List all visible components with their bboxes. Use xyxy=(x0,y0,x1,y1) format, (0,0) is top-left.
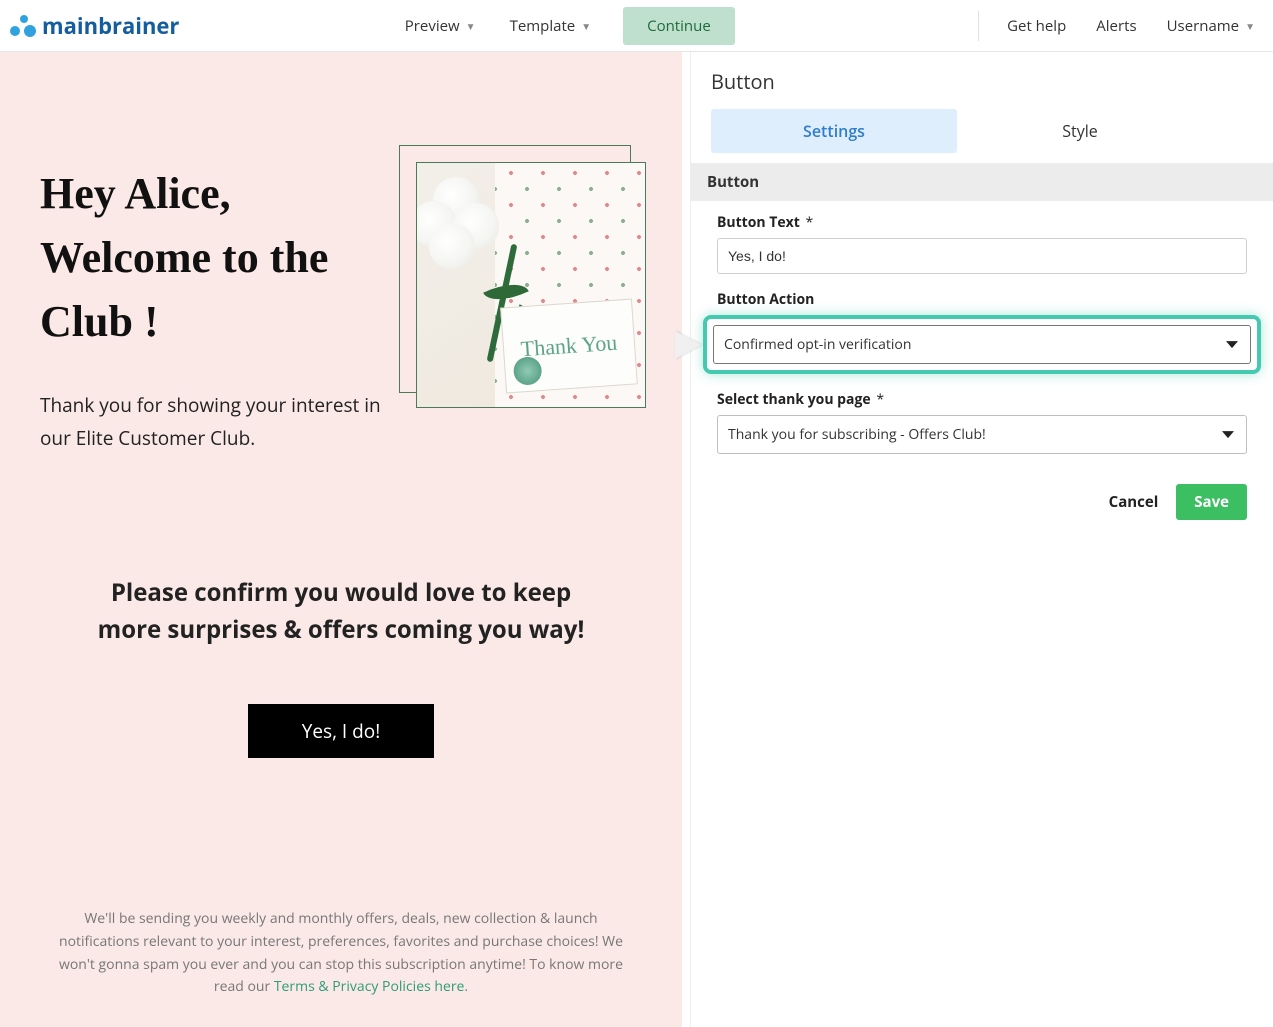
required-mark: * xyxy=(876,390,884,409)
alerts-label: Alerts xyxy=(1096,16,1136,36)
legal-post: . xyxy=(464,977,468,996)
legal-text: We'll be sending you weekly and monthly … xyxy=(40,908,642,999)
brand-name: mainbrainer xyxy=(42,11,179,41)
button-action-group: Button Action Confirmed opt-in verificat… xyxy=(717,290,1247,374)
highlight-arrow-icon xyxy=(675,331,701,359)
divider xyxy=(978,11,979,41)
hero-intro: Thank you for showing your interest in o… xyxy=(40,389,400,454)
button-text-group: Button Text * xyxy=(717,213,1247,274)
tab-settings-label: Settings xyxy=(803,120,865,142)
caret-down-icon: ▼ xyxy=(1245,19,1255,33)
tab-style-label: Style xyxy=(1062,120,1098,142)
thank-you-select[interactable]: Thank you for subscribing - Offers Club! xyxy=(717,415,1247,454)
continue-label: Continue xyxy=(647,16,711,36)
canvas-wrapper: Hey Alice, Welcome to the Club ! Thank y… xyxy=(0,52,690,1027)
username-label: Username xyxy=(1167,16,1239,36)
save-label: Save xyxy=(1194,492,1229,512)
hero-heading-line2: Welcome to the Club ! xyxy=(40,226,406,354)
template-label: Template xyxy=(510,16,576,36)
thank-you-label-text: Select thank you page xyxy=(717,390,871,409)
hero-heading-line1: Hey Alice, xyxy=(40,162,406,226)
button-action-select[interactable]: Confirmed opt-in verification xyxy=(713,325,1251,364)
terms-link[interactable]: Terms & Privacy Policies here xyxy=(274,977,465,996)
get-help-label: Get help xyxy=(1007,16,1066,36)
tab-style[interactable]: Style xyxy=(957,109,1203,153)
panel-actions: Cancel Save xyxy=(691,470,1273,534)
landing-preview: Hey Alice, Welcome to the Club ! Thank y… xyxy=(0,52,682,1027)
thank-you-value: Thank you for subscribing - Offers Club! xyxy=(728,425,986,444)
section-header-button: Button xyxy=(691,163,1273,201)
hero-image: Thank You xyxy=(416,162,646,408)
button-text-input[interactable] xyxy=(717,238,1247,274)
button-settings-form: Button Text * Button Action Confirmed op… xyxy=(691,201,1273,454)
canvas-scroll[interactable]: Hey Alice, Welcome to the Club ! Thank y… xyxy=(0,52,682,1027)
brand-logo[interactable]: mainbrainer xyxy=(8,11,179,41)
cancel-button[interactable]: Cancel xyxy=(1109,492,1159,512)
main-split: Hey Alice, Welcome to the Club ! Thank y… xyxy=(0,52,1273,1027)
caret-down-icon: ▼ xyxy=(466,19,476,33)
get-help-link[interactable]: Get help xyxy=(1005,11,1068,41)
primary-cta-button[interactable]: Yes, I do! xyxy=(248,704,435,758)
tab-settings[interactable]: Settings xyxy=(711,109,957,153)
thank-you-label: Select thank you page * xyxy=(717,390,884,409)
cancel-label: Cancel xyxy=(1109,492,1159,512)
top-right-nav: Get help Alerts Username ▼ xyxy=(958,11,1263,41)
settings-panel: Button Settings Style Button Button Text… xyxy=(690,52,1273,1027)
top-center-nav: Preview ▼ Template ▼ Continue xyxy=(179,7,958,45)
thank-you-card: Thank You xyxy=(500,299,638,394)
terms-link-label: Terms & Privacy Policies here xyxy=(274,977,465,996)
confirm-section: Please confirm you would love to keep mo… xyxy=(40,574,642,758)
button-action-label: Button Action xyxy=(717,290,814,309)
alerts-link[interactable]: Alerts xyxy=(1094,11,1138,41)
save-button[interactable]: Save xyxy=(1176,484,1247,520)
continue-button[interactable]: Continue xyxy=(623,7,735,45)
preview-label: Preview xyxy=(405,16,460,36)
primary-cta-label: Yes, I do! xyxy=(302,718,381,744)
caret-down-icon xyxy=(1226,341,1238,348)
brand-logo-icon xyxy=(10,13,36,39)
caret-down-icon: ▼ xyxy=(581,19,591,33)
hero-section: Hey Alice, Welcome to the Club ! Thank y… xyxy=(40,162,642,454)
top-bar: mainbrainer Preview ▼ Template ▼ Continu… xyxy=(0,0,1273,52)
caret-down-icon xyxy=(1222,431,1234,438)
card-text: Thank You xyxy=(520,330,618,363)
confirm-heading: Please confirm you would love to keep mo… xyxy=(81,574,601,648)
button-action-value: Confirmed opt-in verification xyxy=(724,335,911,354)
panel-tabs: Settings Style xyxy=(691,109,1273,153)
preview-menu[interactable]: Preview ▼ xyxy=(403,11,478,41)
button-text-label: Button Text * xyxy=(717,213,813,232)
hero-text: Hey Alice, Welcome to the Club ! Thank y… xyxy=(40,162,406,454)
button-text-label-text: Button Text xyxy=(717,213,800,232)
panel-title: Button xyxy=(691,52,1273,109)
username-menu[interactable]: Username ▼ xyxy=(1165,11,1257,41)
thank-you-group: Select thank you page * Thank you for su… xyxy=(717,390,1247,454)
required-mark: * xyxy=(805,213,813,232)
template-menu[interactable]: Template ▼ xyxy=(508,11,594,41)
button-action-highlight: Confirmed opt-in verification xyxy=(703,315,1261,374)
